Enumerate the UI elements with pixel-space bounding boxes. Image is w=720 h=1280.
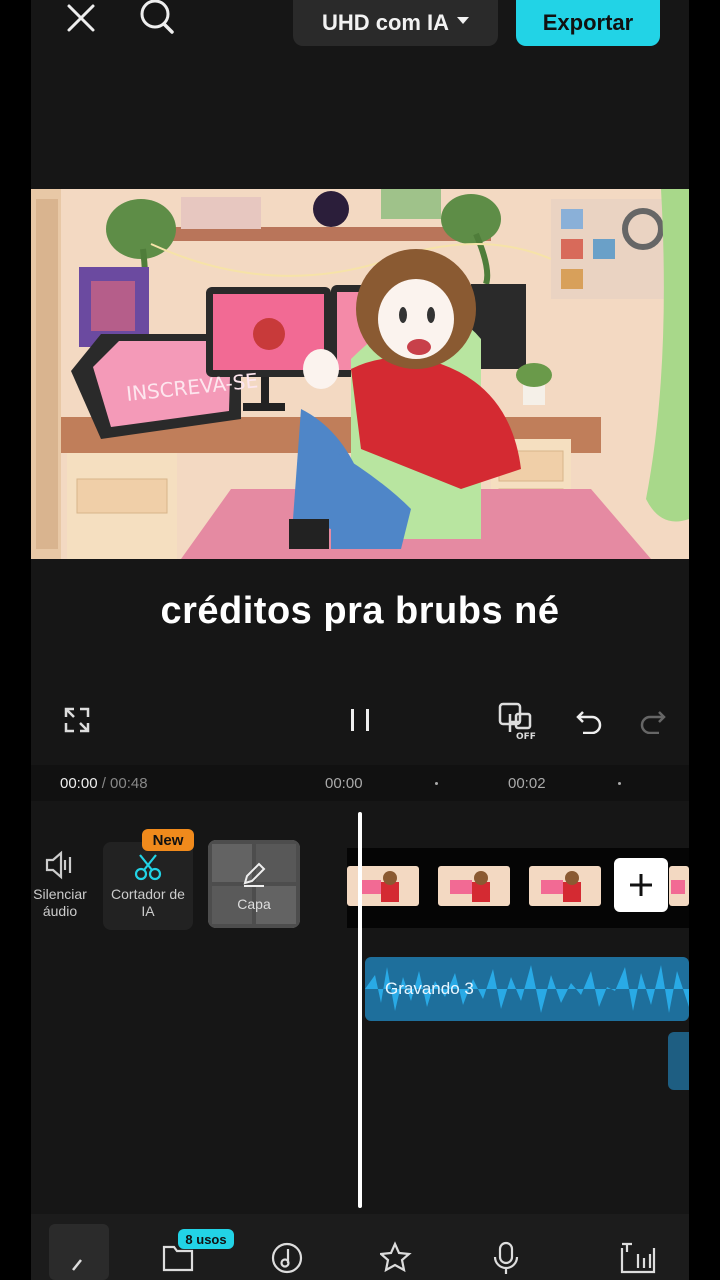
undo-icon xyxy=(576,711,602,734)
add-clip-button[interactable] xyxy=(614,858,668,912)
keyframe-toggle[interactable]: OFF xyxy=(494,700,540,740)
export-button[interactable]: Exportar xyxy=(516,0,660,46)
ruler-dot xyxy=(618,782,621,785)
video-frame-thumbnail xyxy=(529,866,601,906)
fullscreen-icon xyxy=(64,707,90,733)
keyframe-off-icon: OFF xyxy=(498,702,536,740)
text-button[interactable] xyxy=(618,1238,658,1278)
star-effects-icon xyxy=(380,1241,412,1273)
cover-button[interactable]: Capa xyxy=(208,840,300,928)
pause-button[interactable] xyxy=(340,700,380,740)
top-bar: UHD com IA Exportar xyxy=(31,0,689,60)
microphone-icon xyxy=(493,1241,519,1274)
chevron-left-icon xyxy=(72,1259,82,1271)
usage-badge: 8 usos xyxy=(178,1229,234,1249)
playhead[interactable] xyxy=(358,812,362,1208)
video-frame-thumbnail xyxy=(669,866,689,906)
new-badge: New xyxy=(142,829,194,851)
cover-label: Capa xyxy=(237,896,271,912)
close-icon xyxy=(67,4,95,32)
mute-audio-button[interactable]: Silenciar áudio xyxy=(31,850,89,920)
audio-button[interactable] xyxy=(267,1238,307,1278)
quality-label: UHD com IA xyxy=(321,10,450,35)
quality-dropdown[interactable]: UHD com IA xyxy=(293,0,498,46)
audio-track-clip[interactable] xyxy=(668,1032,689,1090)
back-button[interactable] xyxy=(49,1224,109,1280)
record-voice-button[interactable] xyxy=(486,1238,526,1278)
text-bars-icon xyxy=(620,1242,656,1274)
preview-illustration: INSCREVA-SE xyxy=(31,189,689,559)
audio-track-clip[interactable]: Gravando 3 xyxy=(365,957,689,1021)
fullscreen-button[interactable] xyxy=(59,700,95,740)
ruler-tick: 00:02 xyxy=(508,775,546,792)
bottom-toolbar xyxy=(31,1214,689,1280)
video-preview[interactable]: INSCREVA-SE xyxy=(31,189,689,559)
video-frame-thumbnail xyxy=(438,866,510,906)
undo-button[interactable] xyxy=(572,700,606,740)
ai-cutter-button[interactable]: Cortador de IA xyxy=(103,852,193,920)
close-button[interactable] xyxy=(61,0,101,36)
redo-button[interactable] xyxy=(636,700,670,740)
current-time: 00:00 xyxy=(60,775,98,792)
scissors-ai-icon xyxy=(134,854,162,881)
effects-button[interactable] xyxy=(377,1238,417,1278)
plus-icon xyxy=(630,874,652,896)
time-ruler[interactable]: 00:00 / 00:48 00:00 00:02 xyxy=(31,765,689,801)
playback-time: 00:00 / 00:48 xyxy=(60,775,148,792)
search-icon xyxy=(140,0,174,34)
search-button[interactable] xyxy=(135,0,179,36)
audio-track-label: Gravando 3 xyxy=(385,979,474,998)
caret-down-icon xyxy=(457,16,470,24)
speaker-icon xyxy=(45,850,72,880)
mute-audio-label: Silenciar áudio xyxy=(33,886,87,919)
svg-text:OFF: OFF xyxy=(516,732,536,740)
music-icon xyxy=(271,1242,303,1274)
video-editor: UHD com IA Exportar INSCREVA-SE créditos… xyxy=(31,0,689,1280)
ruler-tick: 00:00 xyxy=(325,775,363,792)
subtitle-caption[interactable]: créditos pra brubs né xyxy=(31,590,689,633)
pause-icon xyxy=(351,709,369,731)
redo-icon xyxy=(640,711,666,734)
total-time: / 00:48 xyxy=(101,775,148,792)
ai-cutter-label: Cortador de IA xyxy=(111,886,185,919)
ruler-dot xyxy=(435,782,438,785)
pencil-icon xyxy=(243,862,266,887)
